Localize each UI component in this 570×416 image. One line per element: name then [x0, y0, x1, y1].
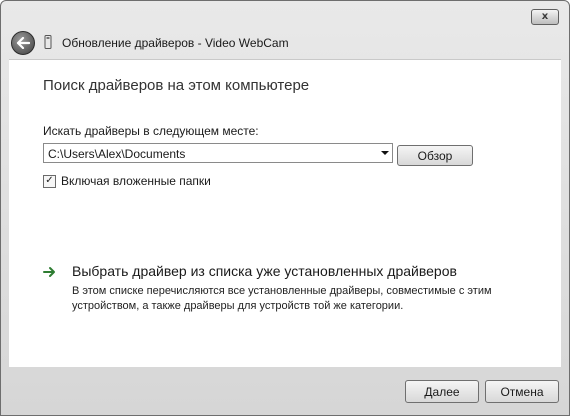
page-title: Поиск драйверов на этом компьютере	[43, 77, 310, 94]
close-button[interactable]: x	[531, 9, 559, 25]
arrow-right-icon	[43, 267, 55, 277]
title-bar: x	[1, 1, 569, 31]
back-button[interactable]	[11, 31, 35, 55]
back-arrow-icon	[16, 37, 30, 49]
footer: Далее Отмена	[1, 366, 569, 415]
device-icon	[44, 35, 52, 49]
dialog-window: x Обновление драйверов - Video WebCam По…	[0, 0, 570, 416]
path-combobox[interactable]	[43, 143, 393, 163]
include-subfolders-label: Включая вложенные папки	[61, 174, 211, 188]
pick-driver-description: В этом списке перечисляются все установл…	[72, 285, 492, 312]
content-pane: Поиск драйверов на этом компьютере Искат…	[9, 59, 561, 367]
pick-driver-title[interactable]: Выбрать драйвер из списка уже установлен…	[72, 263, 457, 279]
nav-bar: Обновление драйверов - Video WebCam	[1, 29, 569, 59]
include-subfolders-checkbox[interactable]: ✓	[43, 174, 56, 188]
include-subfolders-option[interactable]: ✓ Включая вложенные папки	[43, 174, 211, 188]
next-button[interactable]: Далее	[405, 380, 479, 403]
window-title: Обновление драйверов - Video WebCam	[62, 36, 289, 50]
browse-button[interactable]: Обзор	[397, 145, 473, 166]
path-input[interactable]	[48, 146, 368, 161]
chevron-down-icon[interactable]	[381, 151, 389, 155]
cancel-button[interactable]: Отмена	[485, 380, 559, 403]
path-label: Искать драйверы в следующем месте:	[43, 124, 259, 138]
